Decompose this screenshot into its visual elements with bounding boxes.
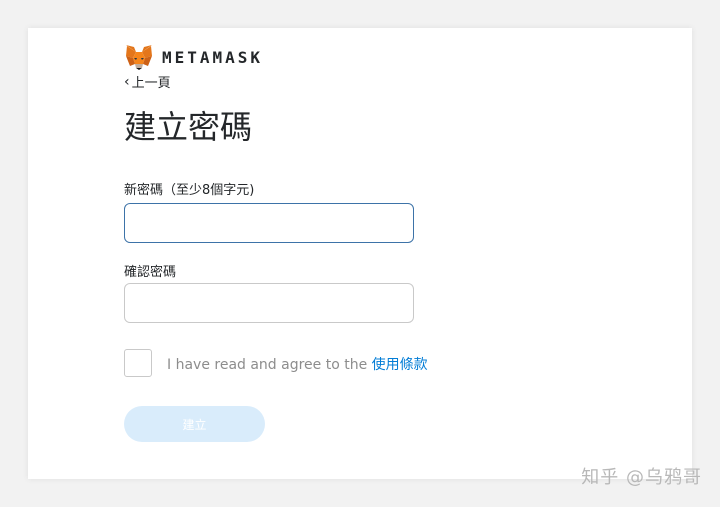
watermark-text: 知乎 @乌鸦哥: [581, 467, 702, 488]
brand-wordmark: METAMASK: [162, 47, 264, 67]
confirm-password-input[interactable]: [124, 283, 414, 323]
back-link[interactable]: ‹ 上一頁: [124, 72, 171, 92]
metamask-brand: METAMASK: [124, 44, 263, 70]
page-title: 建立密碼: [124, 108, 253, 146]
terms-checkbox[interactable]: [124, 349, 152, 377]
confirm-password-label: 確認密碼: [124, 265, 177, 280]
terms-statement: I have read and agree to the: [167, 357, 372, 373]
terms-text: I have read and agree to the 使用條款: [167, 354, 428, 374]
create-password-card: METAMASK ‹ 上一頁 建立密碼 新密碼（至少8個字元) 確認密碼 I h…: [28, 28, 692, 479]
terms-of-use-link[interactable]: 使用條款: [372, 357, 428, 373]
fox-icon: [126, 45, 152, 70]
back-label: 上一頁: [131, 76, 171, 91]
new-password-input[interactable]: [124, 203, 414, 243]
new-password-label: 新密碼（至少8個字元): [124, 183, 255, 198]
chevron-left-icon: ‹: [124, 73, 130, 90]
create-button[interactable]: 建立: [124, 406, 265, 442]
